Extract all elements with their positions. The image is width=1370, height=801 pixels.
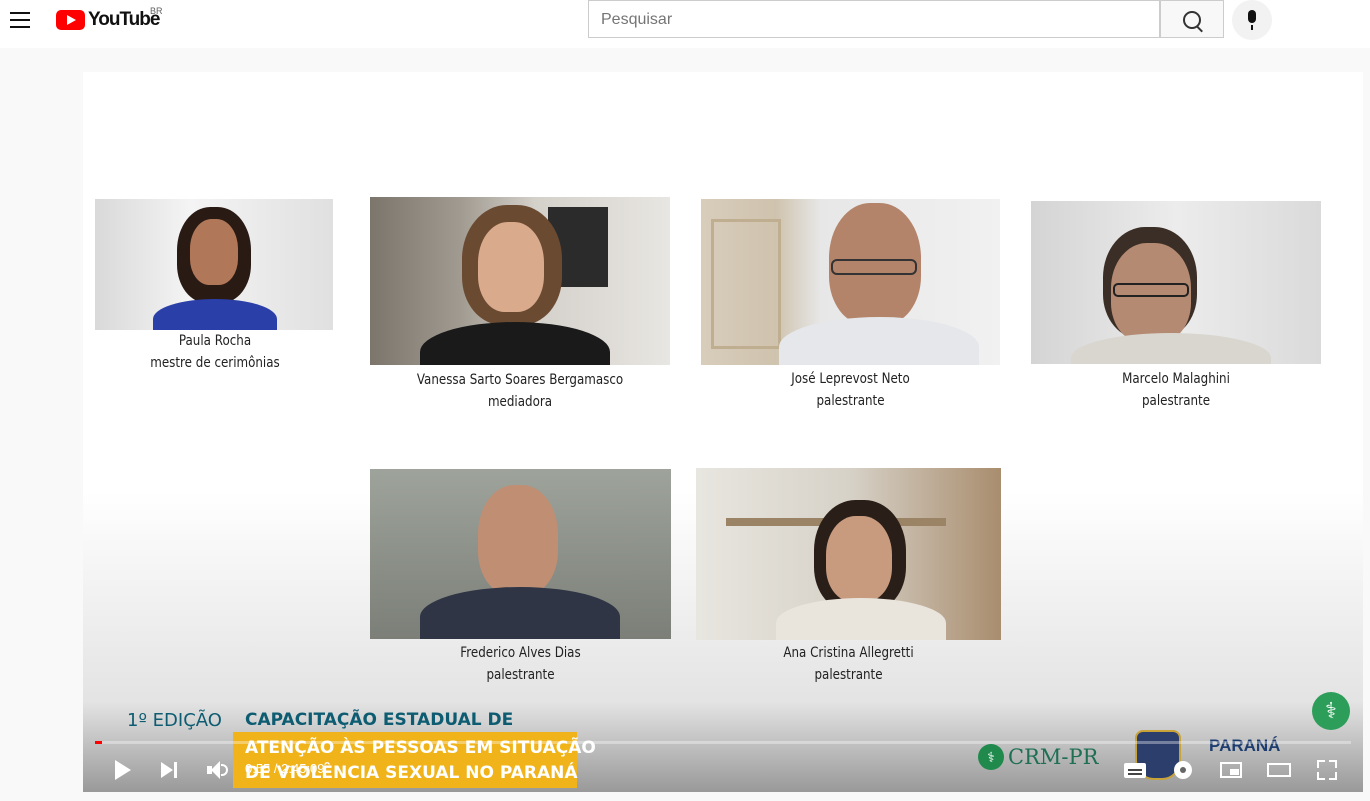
top-bar: YouTube BR (0, 0, 1370, 48)
participant-name: Vanessa Sarto Soares Bergamasco (416, 372, 624, 388)
participant-role: mestre de cerimônias (150, 355, 280, 371)
logo-text: YouTube (88, 9, 160, 30)
participant-name: Paula Rocha (178, 333, 252, 349)
search-input[interactable] (589, 1, 1143, 39)
participant-role: palestrante (1141, 393, 1211, 409)
participant-caption: Paula Rocha mestre de cerimônias (139, 330, 292, 374)
participant-caption: Marcelo Malaghini palestrante (1053, 368, 1300, 412)
miniplayer-icon[interactable] (1219, 758, 1243, 782)
participant-role: palestrante (486, 667, 555, 683)
youtube-play-logo-icon (56, 10, 85, 30)
participant-name: José Leprevost Neto (791, 371, 910, 387)
theater-mode-icon[interactable] (1267, 758, 1291, 782)
search-box (588, 0, 1160, 39)
participant-name: Marcelo Malaghini (1122, 371, 1230, 387)
play-icon[interactable] (111, 758, 135, 782)
country-code: BR (150, 6, 163, 16)
participant-caption: Vanessa Sarto Soares Bergamasco mediador… (393, 369, 648, 413)
video-player[interactable]: Paula Rocha mestre de cerimônias Vanessa… (83, 72, 1363, 792)
participant-caption: Frederico Alves Dias palestrante (393, 642, 649, 686)
microphone-icon (1248, 10, 1256, 30)
participant-caption: Ana Cristina Allegretti palestrante (719, 642, 978, 686)
next-icon[interactable] (158, 758, 182, 782)
progress-played (95, 741, 102, 744)
event-title-line-1: CAPACITAÇÃO ESTADUAL DE (245, 710, 514, 730)
participant-role: mediadora (487, 394, 553, 410)
medical-caduceus-logo-icon: ⚕ (1312, 692, 1350, 730)
subtitles-icon[interactable] (1123, 758, 1147, 782)
search-button[interactable] (1160, 0, 1224, 38)
menu-icon[interactable] (10, 12, 30, 28)
volume-icon[interactable] (205, 758, 229, 782)
voice-search-button[interactable] (1232, 0, 1272, 40)
participant-name: Ana Cristina Allegretti (783, 645, 914, 661)
participant-video (370, 469, 671, 639)
participant-video (370, 197, 670, 365)
fullscreen-icon[interactable] (1315, 758, 1339, 782)
participant-role: palestrante (816, 393, 885, 409)
time-display: 0:55 / 2:45:09 (245, 761, 325, 776)
participant-video (1031, 201, 1321, 364)
participant-video (696, 468, 1001, 640)
youtube-logo[interactable]: YouTube (56, 9, 160, 31)
participant-video (95, 199, 333, 330)
participant-name: Frederico Alves Dias (460, 645, 581, 661)
participant-video (701, 199, 1000, 365)
participant-role: palestrante (814, 667, 883, 683)
progress-bar[interactable] (95, 741, 1351, 744)
participant-caption: José Leprevost Neto palestrante (723, 368, 977, 412)
player-controls: 0:55 / 2:45:09 (83, 732, 1363, 792)
settings-gear-icon[interactable] (1171, 758, 1195, 782)
search-icon (1183, 11, 1201, 29)
event-edition: 1º EDIÇÃO (127, 710, 222, 731)
